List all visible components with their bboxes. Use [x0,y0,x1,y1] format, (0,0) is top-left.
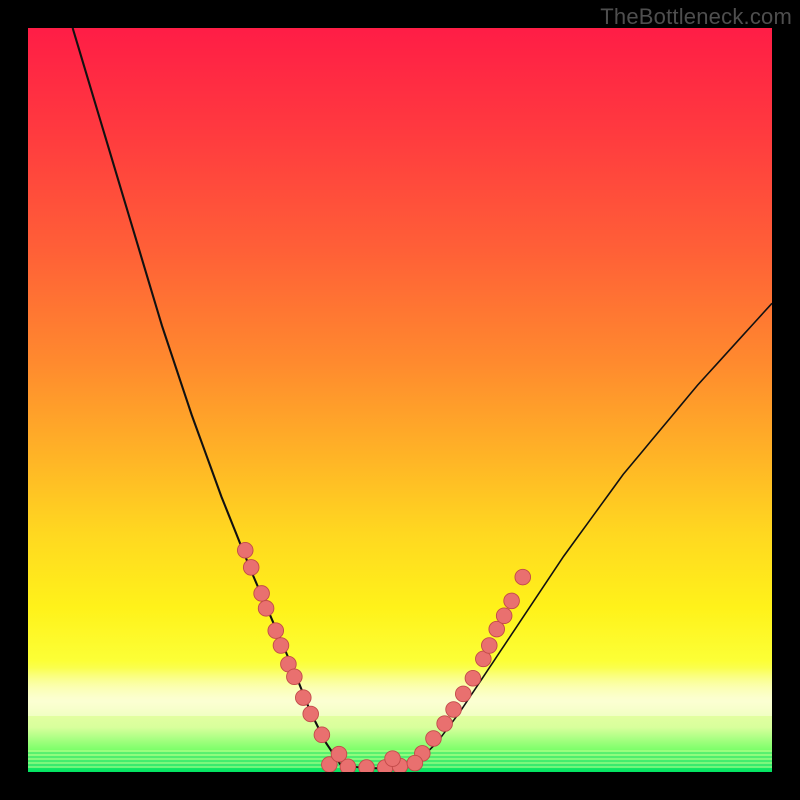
curve-left-branch [73,28,341,765]
bottleneck-curve [73,28,772,768]
marker-dot [476,651,492,667]
marker-dot [258,601,274,617]
marker-dot [446,702,462,718]
marker-dot [437,716,453,732]
marker-dot [268,623,284,639]
marker-dot [515,569,531,585]
marker-dot [455,686,471,702]
curve-valley [340,765,414,769]
marker-dot [281,656,297,672]
marker-dot [407,755,423,771]
marker-dot [504,593,520,609]
data-markers [237,542,530,772]
marker-dot [287,669,303,685]
marker-dot [303,706,319,722]
marker-dot [465,670,481,686]
marker-dot [331,746,347,762]
marker-dot [273,638,289,654]
watermark-text: TheBottleneck.com [600,4,792,30]
marker-dot [295,690,311,706]
marker-dot [359,760,375,772]
marker-dot [496,608,512,624]
marker-dot [415,746,431,762]
marker-dot [314,727,330,743]
marker-dot [377,760,393,772]
bottom-stripes [28,750,772,769]
marker-dot [237,542,253,558]
chart-frame: TheBottleneck.com [0,0,800,800]
curve-right-branch [415,303,772,764]
marker-dot [340,759,356,772]
marker-dot [392,758,408,772]
curve-layer [28,28,772,772]
marker-dot [385,751,401,767]
marker-dot [322,757,338,772]
marker-dot [481,638,497,654]
marker-dot [243,560,259,576]
marker-dot [489,621,505,637]
marker-dot [426,731,442,747]
plot-area [28,28,772,772]
pale-band [28,668,772,716]
marker-dot [254,586,270,602]
